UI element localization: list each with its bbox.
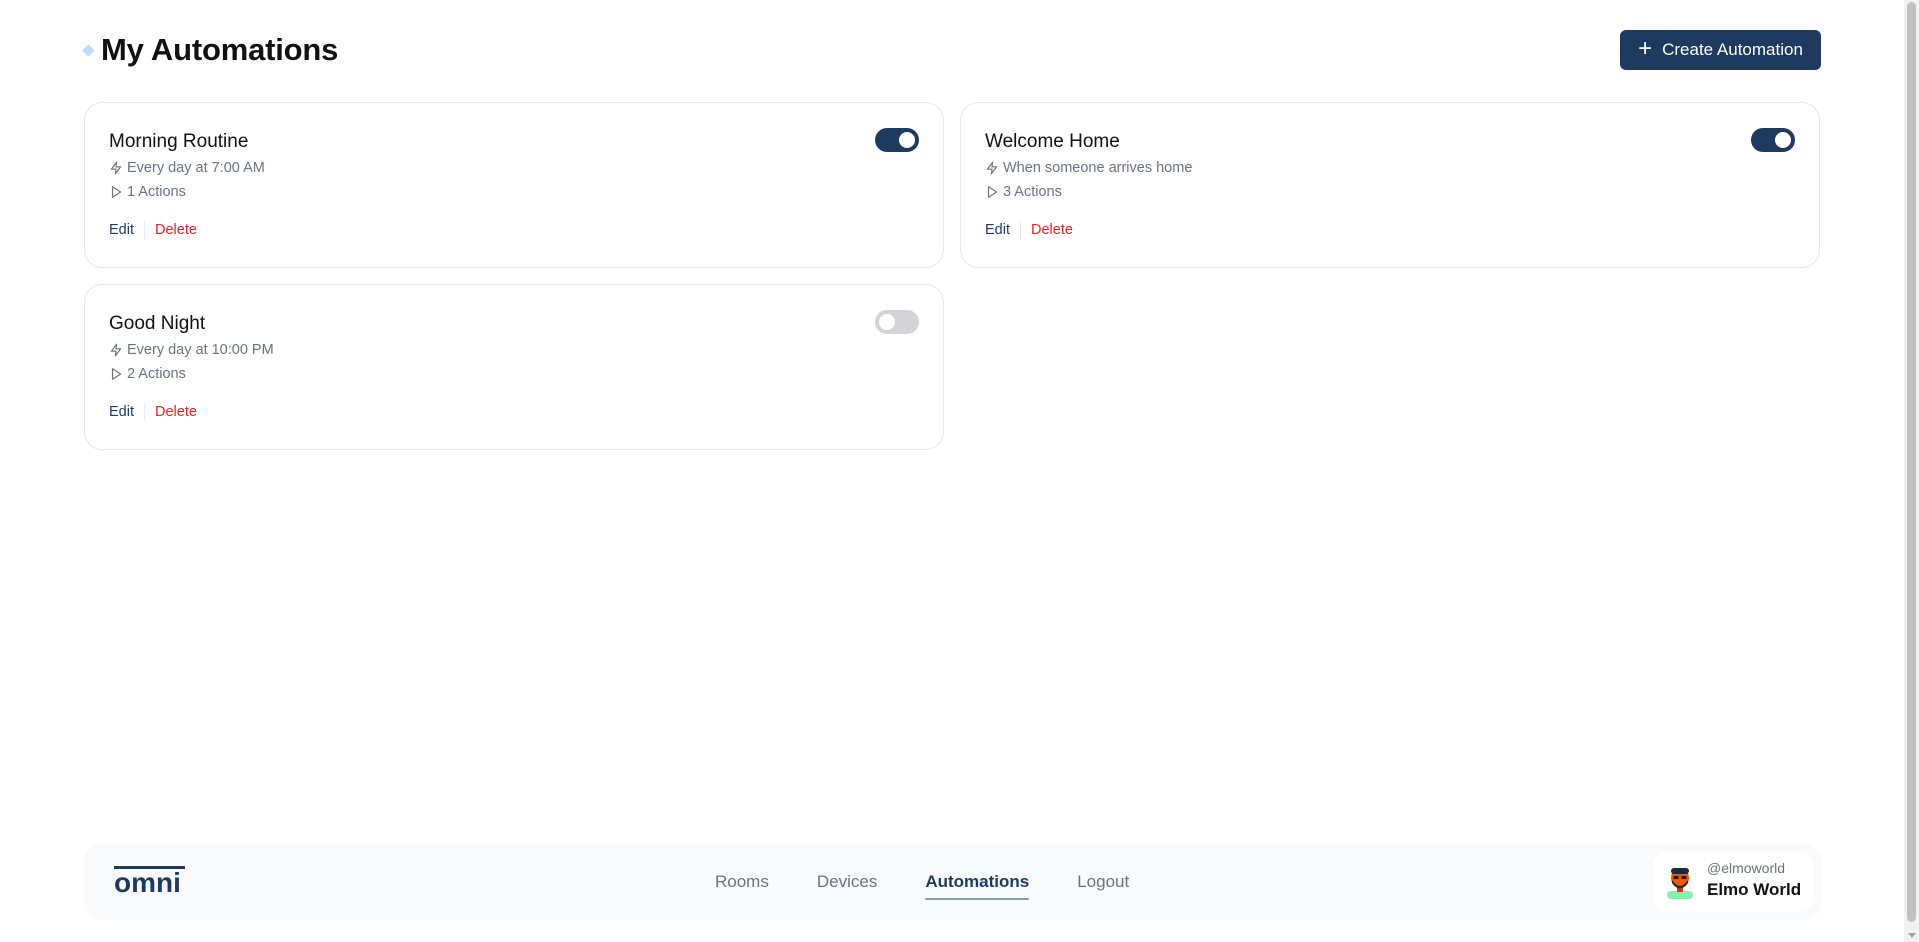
page-title: My Automations [101, 32, 339, 67]
play-icon [111, 368, 122, 380]
divider [1020, 221, 1021, 239]
bottom-nav-bar: omni Rooms Devices Automations Logout @e… [84, 844, 1821, 920]
enable-toggle[interactable] [875, 128, 919, 152]
toggle-knob [1775, 132, 1791, 148]
automation-trigger: Every day at 10:00 PM [109, 342, 274, 358]
lightning-icon [986, 161, 998, 175]
automation-card: Morning Routine Every day at 7:00 AM 1 A… [84, 102, 944, 268]
delete-button[interactable]: Delete [1031, 222, 1073, 238]
avatar-icon [1667, 868, 1693, 899]
automation-actions-count: 1 Actions [109, 184, 186, 200]
page-scrollbar[interactable] [1904, 0, 1919, 942]
nav-devices[interactable]: Devices [817, 868, 877, 896]
trigger-text: Every day at 10:00 PM [127, 342, 274, 358]
toggle-knob [899, 132, 915, 148]
main-nav: Rooms Devices Automations Logout [715, 844, 1177, 920]
scrollbar-thumb[interactable] [1907, 2, 1916, 922]
page-header: My Automations + Create Automation [82, 30, 1821, 70]
create-automation-button[interactable]: + Create Automation [1620, 30, 1821, 70]
divider [144, 221, 145, 239]
play-icon [987, 186, 998, 198]
enable-toggle[interactable] [875, 310, 919, 334]
diamond-icon [82, 43, 95, 57]
user-profile-chip[interactable]: @elmoworld Elmo World [1653, 852, 1813, 912]
logo-wordmark: omni [114, 866, 185, 898]
automation-card: Welcome Home When someone arrives home 3… [960, 102, 1820, 268]
toggle-knob [879, 314, 895, 330]
automation-trigger: When someone arrives home [985, 160, 1192, 176]
actions-text: 1 Actions [127, 184, 186, 200]
automation-name: Welcome Home [985, 131, 1120, 152]
scroll-down-arrow-icon[interactable] [1908, 933, 1916, 938]
edit-button[interactable]: Edit [109, 404, 134, 420]
edit-button[interactable]: Edit [109, 222, 134, 238]
automation-name: Good Night [109, 313, 206, 334]
trigger-text: When someone arrives home [1003, 160, 1193, 176]
nav-automations[interactable]: Automations [925, 868, 1029, 900]
actions-text: 3 Actions [1003, 184, 1062, 200]
nav-rooms[interactable]: Rooms [715, 868, 769, 896]
lightning-icon [110, 343, 122, 357]
automation-actions-count: 3 Actions [985, 184, 1062, 200]
delete-button[interactable]: Delete [155, 404, 197, 420]
user-handle: @elmoworld [1707, 860, 1786, 876]
delete-button[interactable]: Delete [155, 222, 197, 238]
svg-text:omni: omni [114, 867, 181, 896]
enable-toggle[interactable] [1751, 128, 1795, 152]
create-automation-label: Create Automation [1662, 40, 1803, 59]
card-actions: Edit Delete [985, 221, 1073, 239]
card-actions: Edit Delete [109, 221, 197, 239]
nav-logout[interactable]: Logout [1077, 868, 1129, 896]
automation-card: Good Night Every day at 10:00 PM 2 Actio… [84, 284, 944, 450]
omni-logo[interactable]: omni [114, 866, 186, 901]
title-wrap: My Automations [82, 30, 339, 70]
divider [144, 403, 145, 421]
actions-text: 2 Actions [127, 366, 186, 382]
automations-page: My Automations + Create Automation Morni… [0, 0, 1919, 942]
automation-name: Morning Routine [109, 131, 249, 152]
edit-button[interactable]: Edit [985, 222, 1010, 238]
plus-icon: + [1638, 35, 1653, 62]
play-icon [111, 186, 122, 198]
automation-actions-count: 2 Actions [109, 366, 186, 382]
user-name: Elmo World [1707, 880, 1802, 899]
lightning-icon [110, 161, 122, 175]
card-actions: Edit Delete [109, 403, 197, 421]
automation-trigger: Every day at 7:00 AM [109, 160, 265, 176]
trigger-text: Every day at 7:00 AM [127, 160, 265, 176]
